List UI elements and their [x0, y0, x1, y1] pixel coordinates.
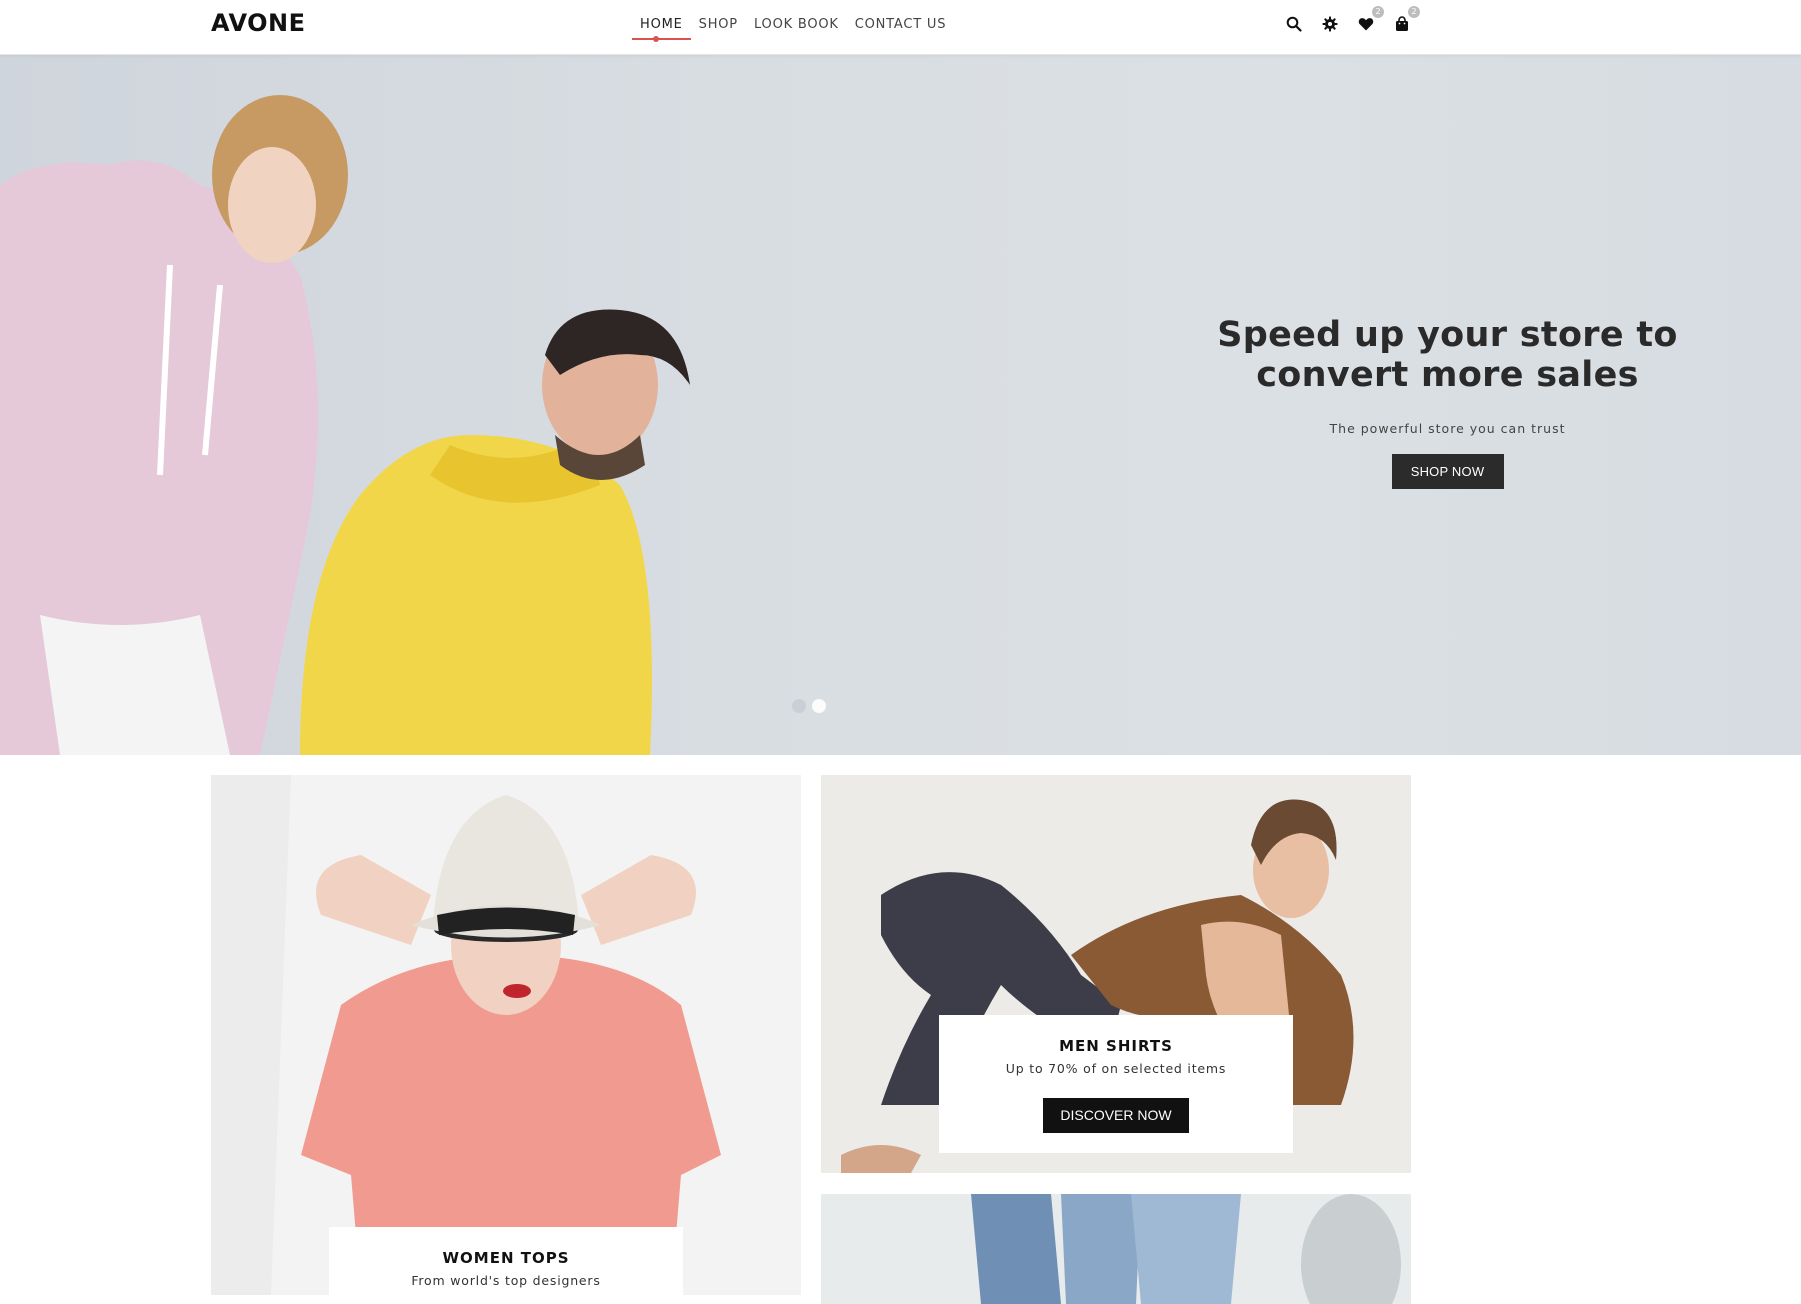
- shopping-bag-icon[interactable]: 2: [1393, 6, 1420, 34]
- wishlist-count-badge: 2: [1372, 6, 1384, 18]
- women-tops-card: WOMEN TOPS From world's top designers: [329, 1227, 683, 1295]
- shop-now-button[interactable]: SHOP NOW: [1391, 454, 1504, 489]
- site-header: AVONE HOME SHOP LOOK BOOK CONTACT US 2 2: [0, 0, 1801, 55]
- men-shirts-card: MEN SHIRTS Up to 70% of on selected item…: [939, 1015, 1293, 1153]
- search-icon[interactable]: [1285, 14, 1303, 34]
- main-nav: HOME SHOP LOOK BOOK CONTACT US: [632, 16, 955, 42]
- slider-dots: [792, 699, 826, 713]
- hero-title: Speed up your store to convert more sale…: [1217, 315, 1678, 395]
- jeans-banner[interactable]: [821, 1194, 1411, 1304]
- slider-dot-1[interactable]: [792, 699, 806, 713]
- heart-icon[interactable]: 2: [1357, 6, 1384, 34]
- men-shirts-subtitle: Up to 70% of on selected items: [1005, 1061, 1227, 1076]
- women-tops-banner[interactable]: WOMEN TOPS From world's top designers: [211, 775, 801, 1295]
- site-logo[interactable]: AVONE: [211, 9, 305, 37]
- nav-item-shop[interactable]: SHOP: [691, 16, 746, 40]
- hero-slider: Speed up your store to convert more sale…: [0, 55, 1801, 755]
- men-shirts-title: MEN SHIRTS: [1059, 1037, 1173, 1055]
- header-icons: 2 2: [1285, 6, 1420, 34]
- nav-item-contact-us[interactable]: CONTACT US: [847, 16, 955, 40]
- women-tops-title: WOMEN TOPS: [442, 1249, 570, 1267]
- hero-subtitle: The powerful store you can trust: [1329, 421, 1566, 436]
- gear-icon[interactable]: [1321, 14, 1339, 34]
- women-tops-subtitle: From world's top designers: [411, 1273, 601, 1288]
- slider-dot-2[interactable]: [812, 699, 826, 713]
- nav-item-look-book[interactable]: LOOK BOOK: [746, 16, 847, 40]
- men-shirts-banner[interactable]: MEN SHIRTS Up to 70% of on selected item…: [821, 775, 1411, 1173]
- women-tops-image: [211, 775, 801, 1295]
- discover-now-button[interactable]: DISCOVER NOW: [1043, 1098, 1189, 1133]
- hero-models-image: [0, 95, 690, 755]
- cart-count-badge: 2: [1408, 6, 1420, 18]
- nav-item-home[interactable]: HOME: [632, 16, 691, 42]
- jeans-image: [821, 1194, 1411, 1304]
- hero-content: Speed up your store to convert more sale…: [1180, 315, 1715, 489]
